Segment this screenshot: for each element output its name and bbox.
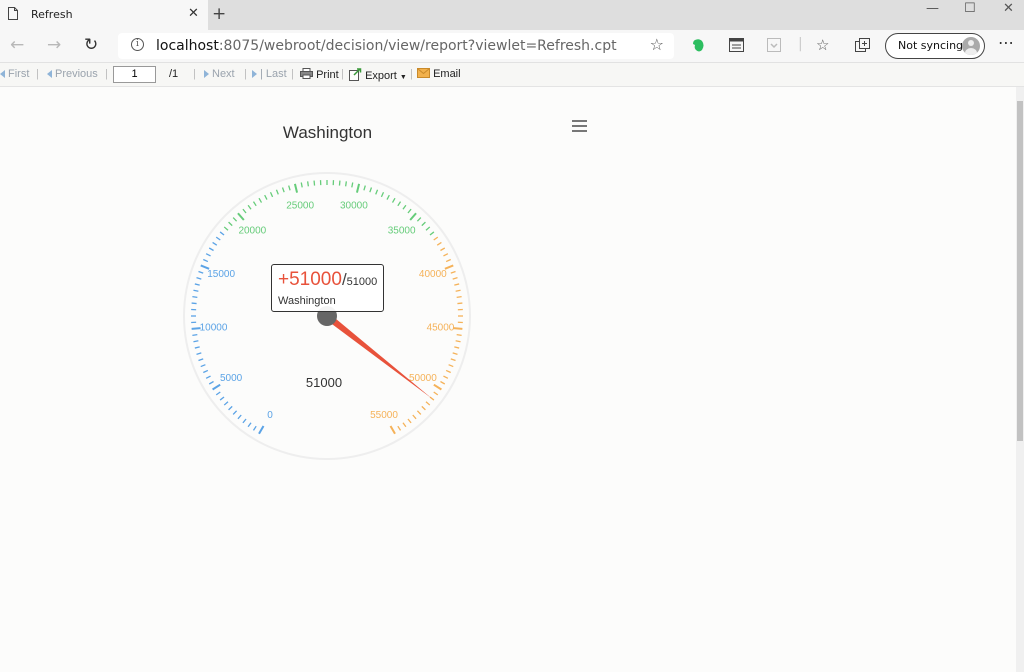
navigation-bar: ← → ↻ i localhost:8075/webroot/decision/… [0, 30, 1024, 63]
sync-label: Not syncing [898, 39, 964, 52]
gauge-tick [453, 327, 463, 330]
refresh-icon[interactable]: ↻ [84, 35, 98, 55]
minimize-icon[interactable]: — [926, 1, 939, 16]
gauge-tick-label: 10000 [200, 322, 228, 333]
envelope-icon [417, 68, 430, 78]
page-total: /1 [169, 68, 179, 80]
evernote-extension-icon[interactable] [691, 38, 706, 53]
pocket-extension-icon[interactable] [767, 38, 781, 52]
printer-icon [300, 68, 313, 79]
favorites-list-icon[interactable]: ☆ [816, 36, 829, 54]
maximize-icon[interactable]: ☐ [964, 1, 976, 16]
gauge-tick [307, 181, 310, 187]
gauge-tick [456, 333, 462, 336]
gauge-tick [192, 296, 198, 299]
gauge-tooltip: +51000/51000 Washington [271, 264, 384, 312]
arrow-left-icon [0, 70, 5, 78]
export-icon [349, 68, 362, 81]
tab-title: Refresh [31, 8, 73, 21]
address-bar[interactable]: i localhost:8075/webroot/decision/view/r… [118, 33, 674, 59]
export-button[interactable]: Export ▼ [349, 68, 407, 82]
next-page-button[interactable]: Next [204, 68, 235, 80]
arrow-right-icon [252, 70, 257, 78]
last-page-button[interactable]: | Last [252, 68, 287, 80]
url-text[interactable]: localhost:8075/webroot/decision/view/rep… [156, 38, 617, 54]
gauge-tick-label: 55000 [370, 410, 398, 421]
scrollbar-thumb[interactable] [1017, 101, 1023, 441]
gauge-tick-label: 25000 [286, 201, 314, 212]
gauge-tick [344, 181, 347, 187]
report-toolbar: First | Previous | 1 /1 | Next | | Last … [0, 63, 1024, 87]
avatar [962, 37, 980, 55]
collections-icon[interactable] [855, 38, 870, 52]
gauge-tick-label: 0 [267, 410, 273, 421]
browser-tab[interactable]: Refresh ✕ [0, 0, 208, 30]
reader-extension-icon[interactable] [729, 38, 744, 52]
info-icon[interactable]: i [131, 38, 144, 51]
window-close-icon[interactable]: ✕ [1003, 1, 1014, 16]
tab-strip: Refresh ✕ + — ☐ ✕ [0, 0, 1024, 30]
back-icon[interactable]: ← [10, 35, 24, 55]
gauge-tick-label: 30000 [340, 201, 368, 212]
first-page-button[interactable]: First [0, 68, 29, 80]
gauge-tick [456, 296, 462, 299]
vertical-scrollbar[interactable] [1016, 87, 1024, 672]
favorite-star-icon[interactable]: ☆ [650, 35, 664, 54]
email-button[interactable]: Email [417, 68, 461, 80]
print-button[interactable]: Print [300, 68, 339, 81]
gauge-tick-label: 15000 [207, 269, 235, 280]
page-number-input[interactable]: 1 [113, 66, 156, 83]
page-icon [8, 7, 18, 20]
tooltip-series-name: Washington [278, 295, 336, 307]
toolbar-separator: | [798, 36, 803, 52]
tooltip-total: 51000 [346, 276, 378, 288]
gauge-tick [192, 333, 198, 336]
dropdown-arrow-icon: ▼ [399, 74, 407, 81]
tooltip-value: +51000 [278, 269, 342, 290]
gauge-tick-label: 35000 [388, 225, 416, 236]
previous-page-button[interactable]: Previous [47, 68, 98, 80]
gauge-value-label: 51000 [305, 375, 343, 390]
arrow-right-icon [204, 70, 209, 78]
arrow-left-icon [47, 70, 52, 78]
profile-sync-button[interactable]: Not syncing [885, 33, 985, 59]
gauge-tick-label: 40000 [419, 269, 447, 280]
forward-icon[interactable]: → [47, 35, 61, 55]
close-tab-icon[interactable]: ✕ [188, 6, 199, 21]
gauge-tick-label: 45000 [427, 322, 455, 333]
gauge-tick-label: 20000 [238, 225, 266, 236]
new-tab-icon[interactable]: + [212, 4, 226, 24]
more-options-icon[interactable]: ⋯ [998, 33, 1014, 52]
report-content: Washington 0 5000 10000 15000 20000 25000 3000… [0, 87, 1016, 672]
